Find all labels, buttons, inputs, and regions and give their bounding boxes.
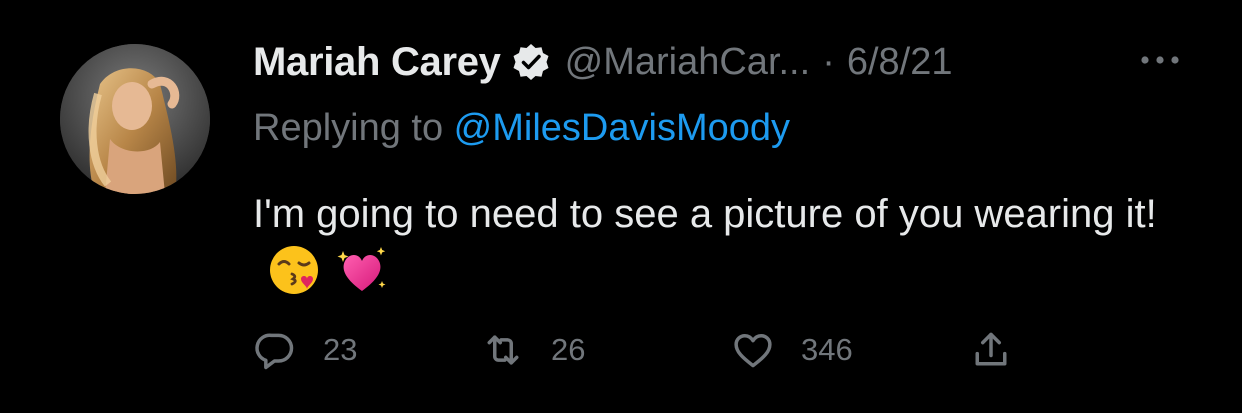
reply-icon bbox=[255, 333, 294, 370]
tweet-body: I'm going to need to see a picture of yo… bbox=[253, 192, 1157, 236]
share-icon bbox=[975, 332, 1007, 366]
retweet-icon bbox=[487, 335, 519, 365]
share-action[interactable] bbox=[969, 326, 1013, 374]
reply-mention-link[interactable]: @MilesDavisMoody bbox=[454, 107, 790, 149]
like-count: 346 bbox=[801, 332, 853, 367]
tweet-actions: 23 26 346 bbox=[253, 326, 1053, 374]
reply-count: 23 bbox=[323, 332, 358, 367]
retweet-count: 26 bbox=[551, 332, 586, 367]
avatar-image bbox=[60, 44, 210, 194]
tweet-header: Mariah Carey @MariahCar... · 6/8/21 bbox=[253, 38, 953, 86]
verified-badge-icon bbox=[511, 42, 551, 82]
tweet-date[interactable]: 6/8/21 bbox=[847, 41, 953, 84]
tweet[interactable]: Mariah Carey @MariahCar... · 6/8/21 Repl… bbox=[0, 0, 1242, 413]
retweet-action[interactable]: 26 bbox=[481, 326, 585, 374]
avatar[interactable] bbox=[60, 44, 210, 194]
replying-to: Replying to @MilesDavisMoody bbox=[253, 107, 790, 150]
like-action[interactable]: 346 bbox=[731, 326, 853, 374]
reply-action[interactable]: 23 bbox=[253, 326, 357, 374]
separator-dot: · bbox=[822, 40, 835, 83]
heart-icon bbox=[734, 333, 772, 368]
more-options-icon[interactable] bbox=[1138, 48, 1182, 72]
replying-to-label: Replying to bbox=[253, 107, 454, 149]
author-handle[interactable]: @MariahCar... bbox=[565, 41, 811, 84]
face-blowing-kiss-emoji-icon bbox=[267, 243, 321, 297]
sparkling-heart-emoji-icon bbox=[335, 243, 389, 297]
tweet-text: I'm going to need to see a picture of yo… bbox=[253, 185, 1193, 305]
author-name[interactable]: Mariah Carey bbox=[253, 40, 501, 85]
